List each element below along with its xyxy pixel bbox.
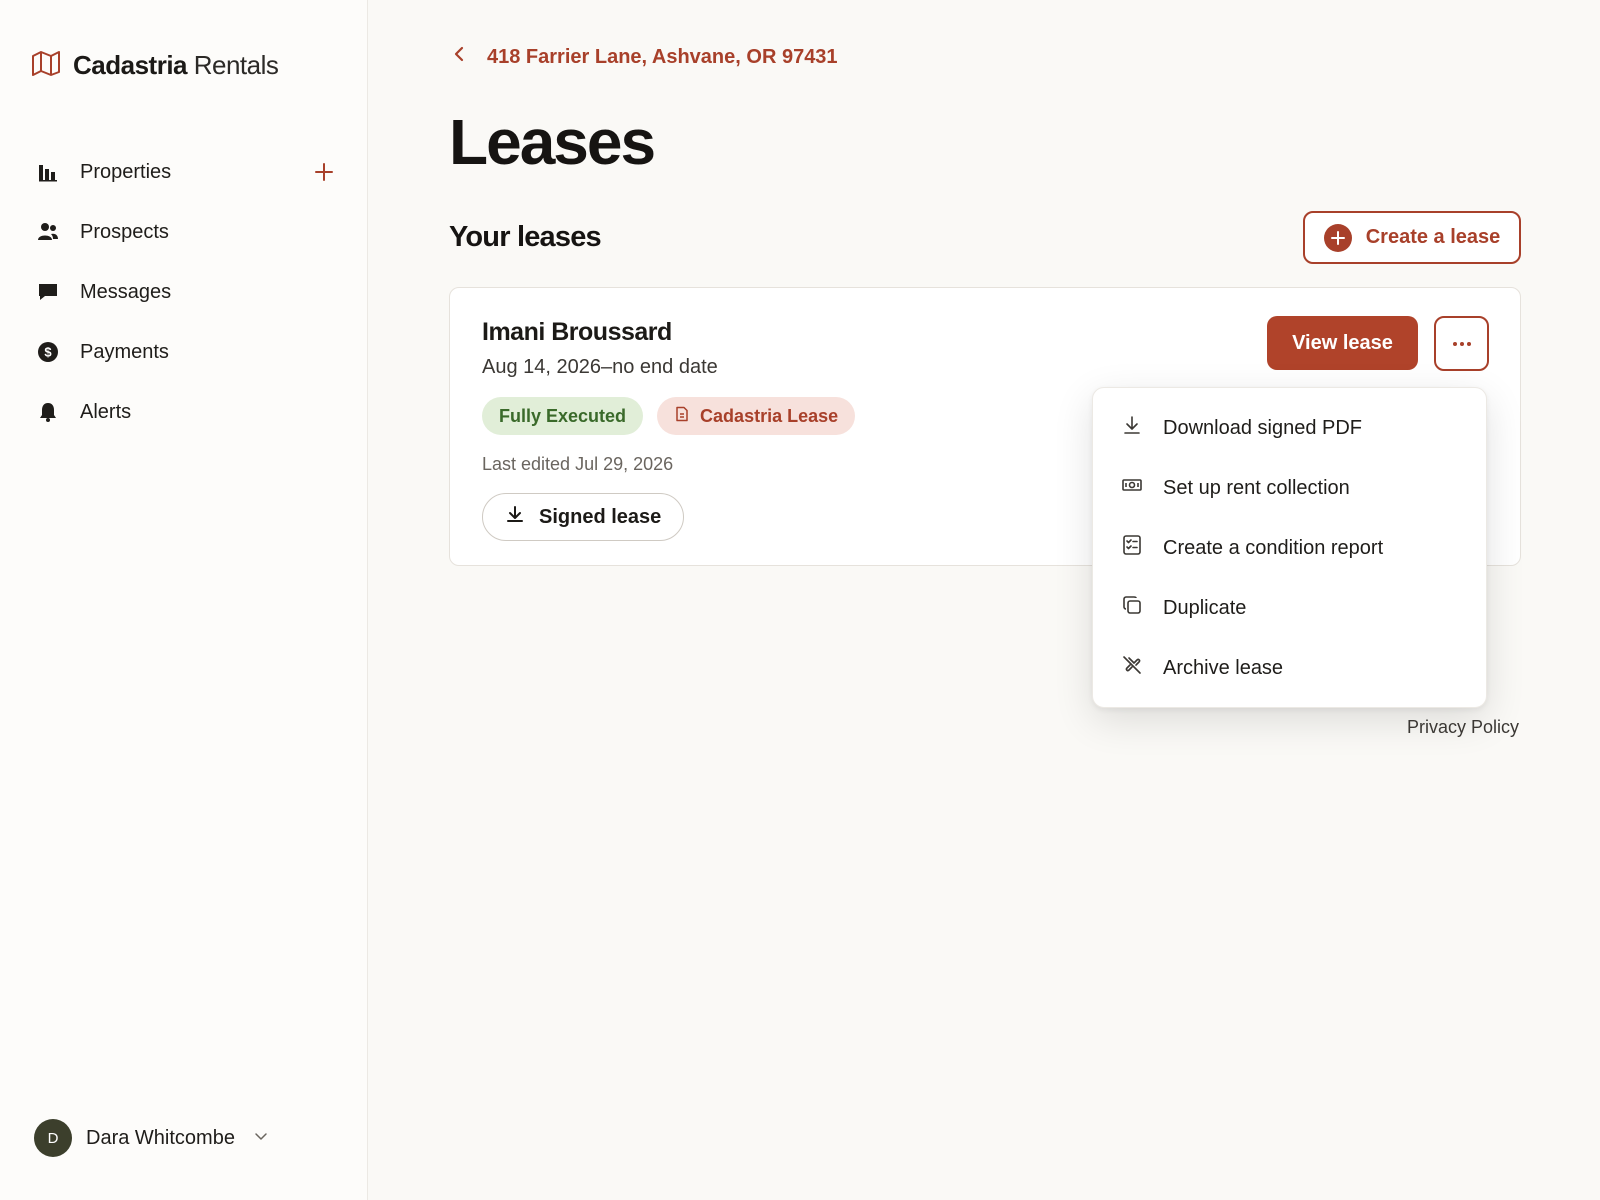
checklist-icon (1121, 534, 1163, 562)
lease-badges: Fully Executed Cadastria Lease (482, 397, 856, 435)
sidebar-item-payments[interactable]: $ Payments (36, 322, 336, 382)
signed-lease-button[interactable]: Signed lease (482, 493, 685, 541)
sidebar-item-label: Properties (80, 160, 172, 183)
document-icon (674, 406, 690, 427)
create-lease-button[interactable]: Create a lease (1303, 211, 1521, 264)
archive-icon (1121, 654, 1163, 682)
bell-icon (36, 400, 60, 424)
brand-suffix: Rentals (193, 50, 279, 80)
menu-item-label: Download signed PDF (1163, 416, 1362, 439)
plus-circle-icon (1323, 223, 1352, 252)
sidebar: Cadastria Rentals Properties Prospects M… (0, 0, 368, 1200)
svg-text:$: $ (44, 345, 52, 360)
user-name: Dara Whitcombe (86, 1126, 235, 1149)
download-icon (1121, 414, 1163, 442)
section-title: Your leases (449, 221, 602, 253)
lease-type-badge: Cadastria Lease (657, 397, 856, 435)
sidebar-item-prospects[interactable]: Prospects (36, 202, 336, 262)
last-edited: Last edited Jul 29, 2026 (482, 454, 674, 474)
more-options-button[interactable] (1434, 316, 1489, 371)
menu-item-condition-report[interactable]: Create a condition report (1093, 518, 1486, 578)
breadcrumb-label: 418 Farrier Lane, Ashvane, OR 97431 (487, 45, 838, 68)
lease-type-label: Cadastria Lease (700, 405, 839, 426)
signed-lease-label: Signed lease (539, 505, 662, 528)
chevron-down-icon (249, 1128, 269, 1149)
lease-actions-menu: Download signed PDF Set up rent collecti… (1092, 387, 1487, 708)
sidebar-nav: Properties Prospects Messages $ Payments… (36, 142, 336, 442)
download-icon (505, 504, 525, 530)
view-lease-button[interactable]: View lease (1267, 316, 1418, 370)
breadcrumb[interactable]: 418 Farrier Lane, Ashvane, OR 97431 (449, 44, 838, 70)
chat-icon (36, 280, 60, 304)
menu-item-archive-lease[interactable]: Archive lease (1093, 638, 1486, 698)
avatar: D (34, 1119, 72, 1157)
status-badge: Fully Executed (482, 397, 644, 435)
privacy-policy-link[interactable]: Privacy Policy (1407, 717, 1519, 738)
tenant-name: Imani Broussard (482, 318, 672, 346)
menu-item-label: Duplicate (1163, 596, 1247, 619)
sidebar-item-label: Payments (80, 340, 169, 363)
user-menu[interactable]: D Dara Whitcombe (34, 1119, 269, 1157)
sidebar-item-label: Messages (80, 280, 172, 303)
page-title: Leases (449, 106, 656, 178)
sidebar-item-label: Alerts (80, 400, 132, 423)
menu-item-duplicate[interactable]: Duplicate (1093, 578, 1486, 638)
chevron-left-icon (449, 44, 469, 70)
menu-item-label: Set up rent collection (1163, 476, 1350, 499)
sidebar-item-properties[interactable]: Properties (36, 142, 336, 202)
ellipsis-icon (1451, 335, 1473, 353)
menu-item-label: Archive lease (1163, 656, 1284, 679)
duplicate-icon (1121, 594, 1163, 622)
lease-dates: Aug 14, 2026–no end date (482, 356, 718, 378)
map-icon (31, 50, 61, 81)
sidebar-item-label: Prospects (80, 220, 169, 243)
brand-name: Cadastria (73, 50, 188, 80)
sidebar-item-alerts[interactable]: Alerts (36, 382, 336, 442)
people-icon (36, 220, 60, 244)
create-lease-label: Create a lease (1365, 226, 1501, 248)
add-property-button[interactable] (312, 160, 336, 184)
menu-item-label: Create a condition report (1163, 536, 1384, 559)
money-icon (1121, 474, 1163, 502)
bar-chart-icon (36, 160, 60, 184)
menu-item-download-pdf[interactable]: Download signed PDF (1093, 398, 1486, 458)
brand-logo[interactable]: Cadastria Rentals (31, 50, 279, 81)
menu-item-rent-collection[interactable]: Set up rent collection (1093, 458, 1486, 518)
sidebar-item-messages[interactable]: Messages (36, 262, 336, 322)
dollar-icon: $ (36, 340, 60, 364)
